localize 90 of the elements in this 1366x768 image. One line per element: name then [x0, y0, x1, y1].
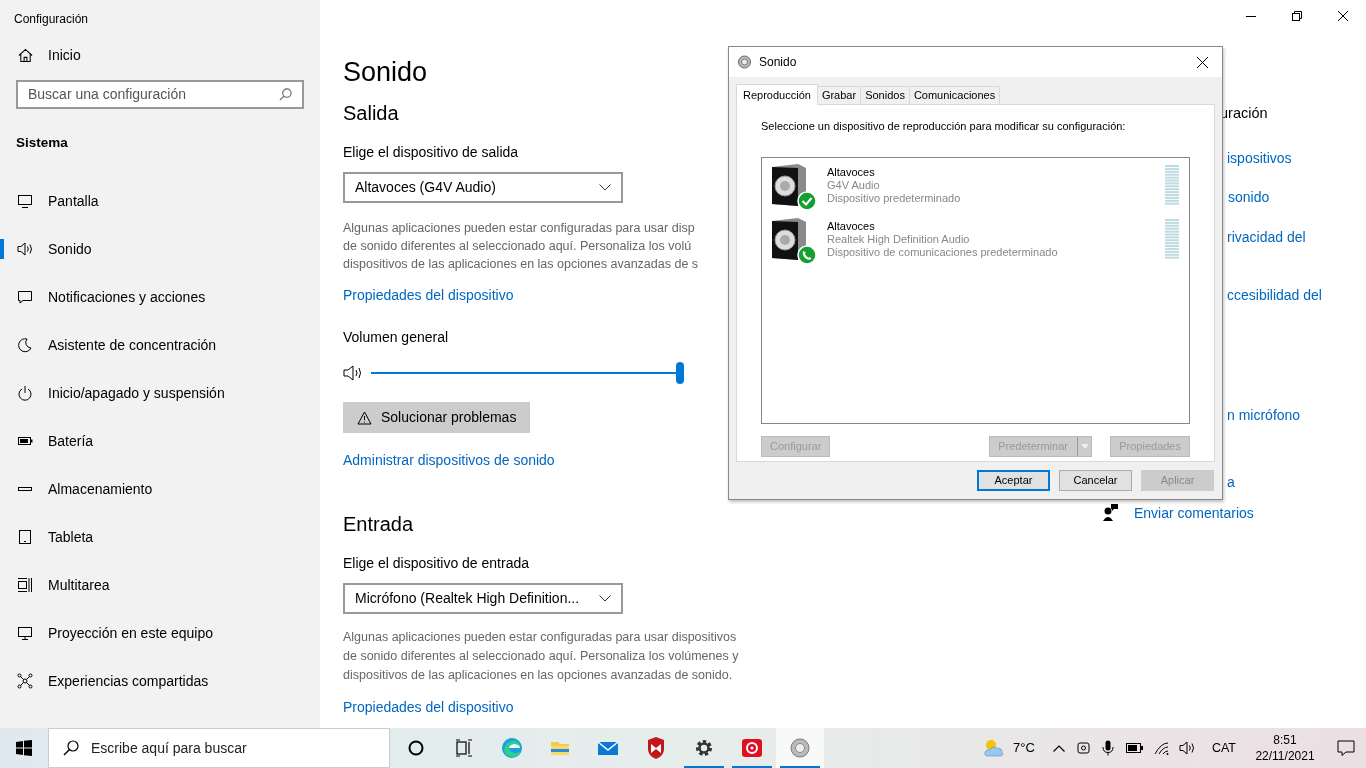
caret-icon [1080, 443, 1089, 449]
related-link[interactable]: rivacidad del [1227, 227, 1306, 248]
nav-item[interactable]: Notificaciones y acciones [0, 273, 320, 321]
tab[interactable]: Sonidos [861, 86, 910, 105]
taskbar-search-field[interactable]: Escribe aquí para buscar [48, 728, 390, 768]
level-meter-icon [1165, 218, 1179, 259]
clock[interactable]: 8:51 22/11/2021 [1250, 732, 1320, 764]
device-status: Dispositivo de comunicaciones predeterminado [827, 245, 1058, 259]
monitor-icon [17, 193, 33, 209]
feedback-icon [1103, 504, 1118, 521]
windows-logo-icon [16, 740, 32, 756]
device-driver: Realtek High Definition Audio [827, 232, 971, 246]
dialog-button[interactable]: Cancelar [1059, 470, 1132, 491]
wifi-icon[interactable] [1153, 741, 1169, 755]
search-icon [279, 88, 292, 101]
speaker-device-icon [770, 163, 817, 210]
dialog-button[interactable]: Aceptar [977, 470, 1050, 491]
related-link[interactable]: ispositivos [1227, 148, 1292, 169]
output-device-dropdown[interactable]: Altavoces (G4V Audio) [343, 172, 623, 203]
tablet-icon [17, 529, 33, 545]
device-properties-link[interactable]: Propiedades del dispositivo [343, 697, 514, 718]
feedback-link[interactable]: Enviar comentarios [1134, 503, 1254, 524]
field-label: Elige el dispositivo de salida [343, 143, 519, 162]
nav-item[interactable]: Batería [0, 417, 320, 465]
device-status: Dispositivo predeterminado [827, 191, 961, 205]
device-name: Altavoces [827, 219, 876, 233]
device-list[interactable]: Altavoces G4V Audio Dispositivo predeterminado Altavoces Realtek High Definition Audio Dispositivo de comunicaciones predeterminado [761, 156, 1190, 424]
field-label: Volumen general [343, 328, 449, 347]
nav-item[interactable]: Experiencias compartidas [0, 657, 320, 705]
nav-item[interactable]: Inicio/apagado y suspensión [0, 369, 320, 417]
restore-icon [1292, 11, 1302, 21]
app-icon [740, 736, 764, 760]
page-title: Sonido [343, 56, 428, 89]
nav-item[interactable]: Asistente de concentración [0, 321, 320, 369]
close-icon [1196, 56, 1208, 68]
manage-devices-link[interactable]: Administrar dispositivos de sonido [343, 450, 555, 471]
field-label: Elige el dispositivo de entrada [343, 554, 529, 573]
device-driver: G4V Audio [827, 178, 881, 192]
home-icon [18, 47, 33, 63]
chevron-down-icon [599, 184, 611, 191]
speaker-icon [17, 241, 33, 257]
troubleshoot-button[interactable]: Solucionar problemas [343, 402, 531, 433]
close-icon [1338, 11, 1348, 21]
section-heading: Sistema [15, 134, 69, 152]
search-icon [63, 740, 79, 756]
device-properties-link[interactable]: Propiedades del dispositivo [343, 285, 514, 306]
microphone-icon[interactable] [1101, 740, 1114, 756]
home-link[interactable]: Inicio [48, 44, 81, 66]
speaker-icon [738, 55, 751, 69]
section-heading: Entrada [343, 512, 414, 537]
nav-item[interactable]: Multitarea [0, 561, 320, 609]
volume-slider[interactable] [371, 362, 684, 384]
temperature-text[interactable]: 7°C [1013, 738, 1035, 758]
tab[interactable]: Reproducción [736, 84, 818, 105]
instruction-text: Seleccione un dispositivo de reproducción para modificar su configuración: [761, 119, 1127, 134]
dialog-title: Sonido [759, 54, 797, 71]
speaker-device-icon [770, 217, 817, 264]
level-meter-icon [1165, 164, 1179, 205]
warning-icon [357, 410, 372, 425]
related-link[interactable]: a [1227, 472, 1235, 493]
related-link[interactable]: n micrófono [1227, 405, 1301, 426]
battery-icon[interactable] [1125, 743, 1143, 753]
nav-item[interactable]: Almacenamiento [0, 465, 320, 513]
nav-item[interactable]: Proyección en este equipo [0, 609, 320, 657]
related-link[interactable]: ccesibilidad del [1227, 285, 1322, 306]
related-link[interactable]: sonido [1228, 187, 1270, 208]
message-icon [1337, 740, 1355, 756]
window-title: Configuración [13, 11, 90, 28]
share-icon [17, 673, 33, 689]
slider-thumb[interactable] [676, 362, 684, 384]
multitask-icon [17, 577, 33, 593]
power-icon [17, 385, 33, 401]
search-field[interactable]: Buscar una configuración [16, 80, 304, 109]
input-device-dropdown[interactable]: Micrófono (Realtek High Definition... [343, 583, 623, 614]
speaker-icon[interactable] [1178, 741, 1197, 755]
chevron-down-icon [599, 595, 611, 602]
language-indicator[interactable]: CAT [1211, 738, 1236, 758]
section-heading: Salida [343, 101, 399, 126]
browser-icon [500, 736, 524, 760]
camera-icon[interactable] [1076, 741, 1090, 755]
message-icon [17, 289, 33, 305]
device-name: Altavoces [827, 165, 876, 179]
description-text: Algunas aplicaciones pueden estar configuradas para usar disp de sonido diferentes al seleccionado aquí. Personaliza los volú dispositivos de las aplicaciones en las opciones avanzadas de s [343, 220, 699, 273]
monitor-icon [17, 625, 33, 641]
moon-icon [17, 337, 33, 353]
description-text: Algunas aplicaciones pueden estar configuradas para usar dispositivos de sonido diferentes al seleccionado aquí. Personaliza los volúmenes y dispositivos de las aplicaciones en las opciones avanzadas de sonido. [343, 629, 739, 684]
nav-item[interactable]: Pantalla [0, 177, 320, 225]
nav-item[interactable]: Tableta [0, 513, 320, 561]
speaker-icon [788, 736, 812, 760]
chevron-up-icon[interactable] [1052, 744, 1065, 752]
